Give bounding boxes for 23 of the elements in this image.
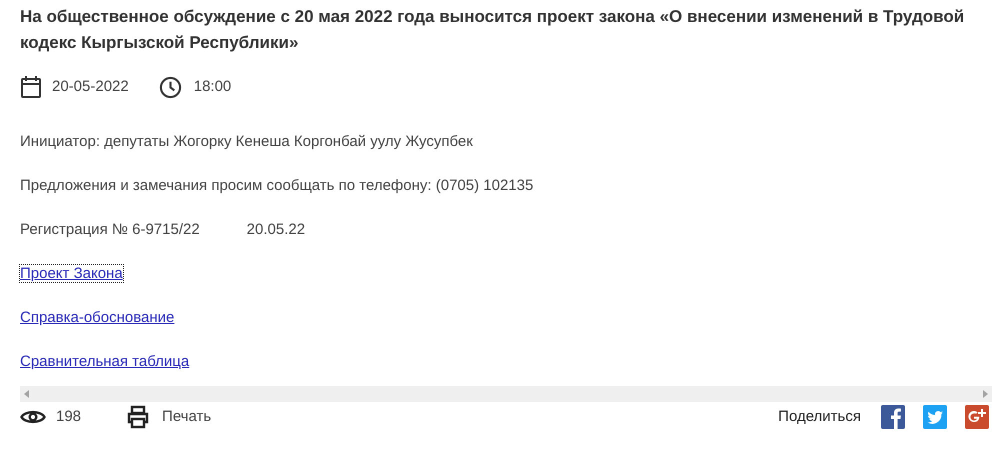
facebook-icon[interactable]: [881, 405, 905, 429]
print-button[interactable]: Печать: [126, 405, 212, 429]
paragraph-text: Предложения и замечания просим сообщать по телефону: (0705) 102135: [20, 176, 534, 196]
paragraph-text: Инициатор: депутаты Жогорку Кенеша Коргонбай уулу Жусупбек: [20, 132, 474, 152]
article-title: На общественное обсуждение с 20 мая 2022 года выносится проект закона «О внесении изменений в Трудовой кодекс Кыргызской Республики»: [20, 6, 966, 54]
scroll-left-icon[interactable]: [24, 390, 29, 398]
calendar-icon: [20, 75, 42, 99]
date-text: 20-05-2022: [52, 76, 129, 97]
document-link[interactable]: Справка-обоснование: [20, 309, 174, 326]
document-link[interactable]: Проект Закона: [20, 265, 123, 282]
twitter-icon[interactable]: [923, 405, 947, 429]
scroll-right-icon[interactable]: [983, 390, 988, 398]
time-text: 18:00: [194, 76, 232, 97]
view-count: 198: [56, 406, 82, 427]
document-link[interactable]: Сравнительная таблица: [20, 353, 190, 370]
google-plus-icon[interactable]: [965, 405, 989, 429]
horizontal-scrollbar[interactable]: [20, 386, 992, 402]
printer-icon: [126, 405, 150, 429]
share-label: Поделиться: [778, 406, 861, 427]
registration-date: 20.05.22: [246, 220, 306, 240]
registration-number: Регистрация № 6-9715/22: [20, 220, 200, 240]
eye-icon: [20, 408, 46, 426]
clock-icon: [158, 76, 182, 98]
